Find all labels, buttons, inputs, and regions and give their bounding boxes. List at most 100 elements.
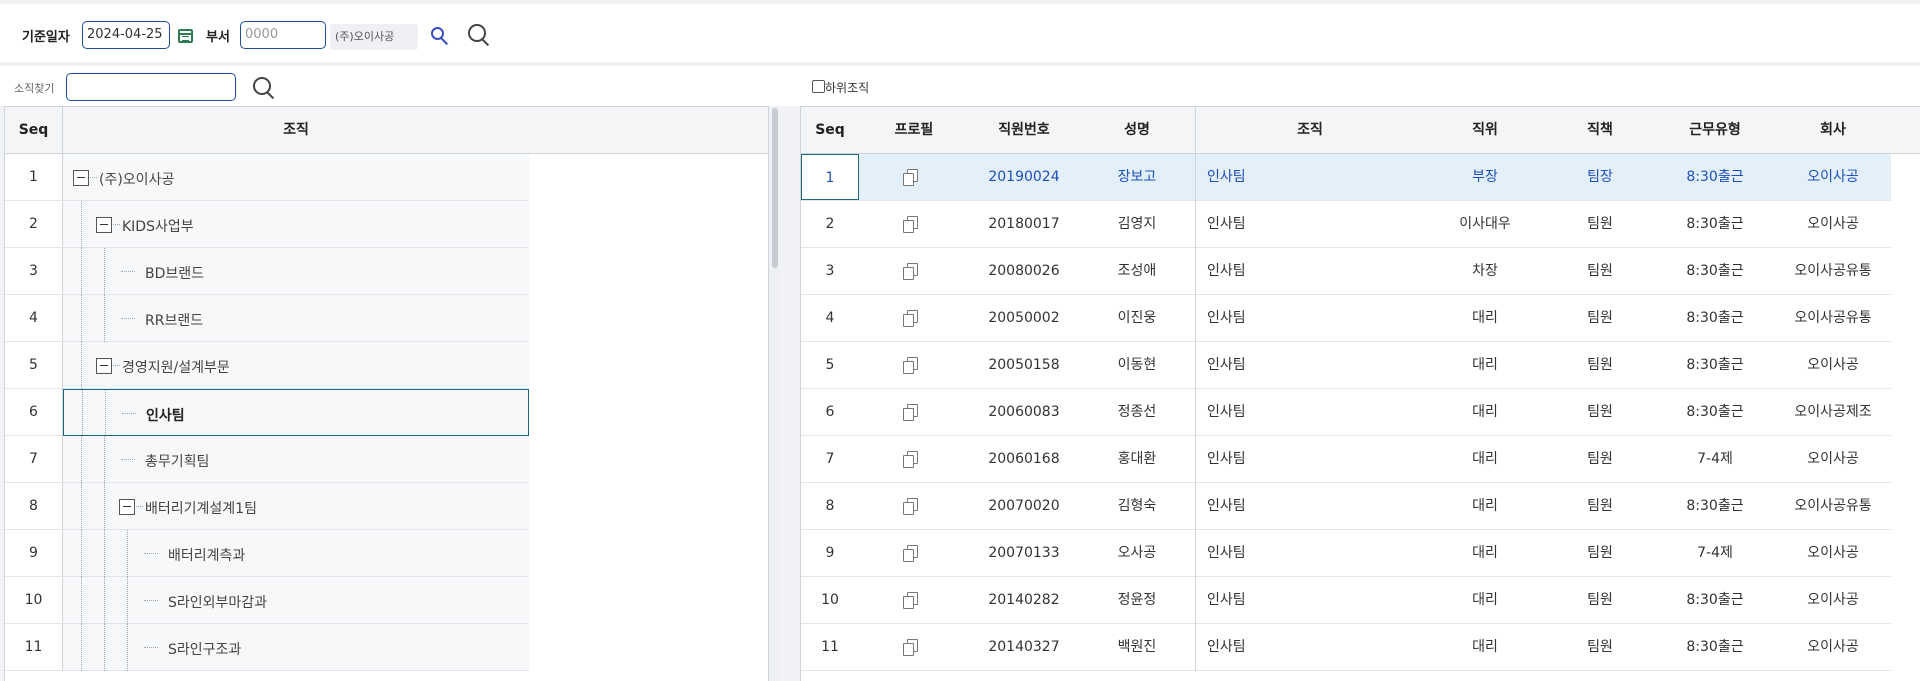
cell-duty: 팀원 — [1587, 639, 1613, 655]
employee-row[interactable]: 7 20060168 홍대환 인사팀 대리 팀원 7-4제 오이사공 — [801, 436, 1891, 483]
cell-name: 백원진 — [1117, 639, 1157, 655]
include-sub-label: 하위조직 — [825, 81, 870, 95]
dept-search-icon[interactable] — [431, 27, 444, 40]
org-tree-node[interactable]: 배터리기계설계1팀 — [63, 483, 529, 530]
org-tree-node[interactable]: RR브랜드 — [63, 295, 529, 342]
org-tree-node[interactable]: 경영지원/설계부문 — [63, 342, 529, 389]
cell-position: 대리 — [1472, 639, 1498, 655]
copy-icon[interactable] — [903, 169, 918, 186]
header-name[interactable]: 성명 — [1079, 107, 1195, 153]
copy-icon[interactable] — [903, 639, 918, 656]
employee-row[interactable]: 10 20140282 정윤정 인사팀 대리 팀원 8:30출근 오이사공 — [801, 577, 1891, 624]
tree-connector — [144, 600, 158, 601]
header-org[interactable]: 조직 — [63, 107, 529, 153]
header-duty[interactable]: 직책 — [1545, 107, 1655, 153]
employee-row[interactable]: 3 20080026 조성애 인사팀 차장 팀원 8:30출근 오이사공유통 — [801, 248, 1891, 295]
org-tree-row[interactable]: 3 BD브랜드 — [5, 248, 768, 295]
org-tree-row[interactable]: 2 KIDS사업부 — [5, 201, 768, 248]
minus-box-icon[interactable] — [96, 358, 112, 374]
employee-row[interactable]: 2 20180017 김영지 인사팀 이사대우 팀원 8:30출근 오이사공 — [801, 201, 1891, 248]
org-tree-node[interactable]: (주)오이사공 — [63, 154, 529, 201]
employee-row[interactable]: 9 20070133 오사공 인사팀 대리 팀원 7-4제 오이사공 — [801, 530, 1891, 577]
cell-duty: 팀원 — [1587, 216, 1613, 232]
org-tree-row[interactable]: 6 인사팀 — [5, 389, 768, 437]
header-org[interactable]: 조직 — [1195, 107, 1425, 153]
minus-box-icon[interactable] — [73, 170, 89, 186]
cell-company: 오이사공 — [1807, 639, 1859, 655]
copy-icon[interactable] — [903, 592, 918, 609]
org-tree-row[interactable]: 4 RR브랜드 — [5, 295, 768, 342]
org-tree-row[interactable]: 8 배터리기계설계1팀 — [5, 483, 768, 530]
header-company[interactable]: 회사 — [1775, 107, 1891, 153]
dept-code-input[interactable]: 0000 — [240, 21, 326, 49]
cell-position: 부장 — [1472, 169, 1498, 185]
tree-connector — [90, 177, 97, 178]
copy-icon[interactable] — [903, 451, 918, 468]
cell-org: 인사팀 — [1207, 639, 1246, 655]
employee-row[interactable]: 6 20060083 정종선 인사팀 대리 팀원 8:30출근 오이사공제조 — [801, 389, 1891, 436]
org-search-icon[interactable] — [253, 77, 271, 95]
org-tree-node[interactable]: BD브랜드 — [63, 248, 529, 295]
copy-icon[interactable] — [903, 216, 918, 233]
header-work-type[interactable]: 근무유형 — [1655, 107, 1775, 153]
org-tree-label: 경영지원/설계부문 — [122, 360, 230, 376]
include-sub-checkbox[interactable] — [812, 80, 825, 93]
org-tree-row[interactable]: 1 (주)오이사공 — [5, 154, 768, 201]
employee-row[interactable]: 5 20050158 이동현 인사팀 대리 팀원 8:30출근 오이사공 — [801, 342, 1891, 389]
header-seq[interactable]: Seq — [5, 107, 63, 153]
tree-guide-line — [81, 201, 82, 248]
cell-org: 인사팀 — [1207, 545, 1246, 561]
org-tree-row[interactable]: 11 S라인구조과 — [5, 624, 768, 671]
cell-company: 오이사공유통 — [1794, 310, 1872, 326]
org-tree-node[interactable]: 총무기획팀 — [63, 436, 529, 483]
org-tree-label: S라인외부마감과 — [168, 595, 268, 611]
employee-row[interactable]: 4 20050002 이진웅 인사팀 대리 팀원 8:30출근 오이사공유통 — [801, 295, 1891, 342]
cell-emp-no: 20180017 — [988, 216, 1060, 232]
org-search-input[interactable] — [66, 73, 236, 101]
tree-guide-line — [81, 577, 82, 624]
cell-name: 이진웅 — [1117, 310, 1157, 326]
search-icon[interactable] — [468, 24, 486, 42]
employee-row[interactable]: 11 20140327 백원진 인사팀 대리 팀원 8:30출근 오이사공 — [801, 624, 1891, 671]
org-tree-row[interactable]: 5 경영지원/설계부문 — [5, 342, 768, 389]
row-seq: 4 — [5, 295, 63, 342]
employee-row[interactable]: 8 20070020 김형숙 인사팀 대리 팀원 8:30출근 오이사공유통 — [801, 483, 1891, 530]
cell-name: 정윤정 — [1117, 592, 1157, 608]
org-tree-row[interactable]: 9 배터리계측과 — [5, 530, 768, 577]
org-tree-grid: Seq 조직 1 (주)오이사공 2 KIDS사업부 3 BD브랜드 4 RR브랜드 5 경영지원… — [4, 106, 768, 681]
cell-emp-no: 20140327 — [988, 639, 1060, 655]
cell-company: 오이사공 — [1807, 592, 1859, 608]
org-tree-node[interactable]: S라인외부마감과 — [63, 577, 529, 624]
org-tree-node[interactable]: S라인구조과 — [63, 624, 529, 671]
org-tree-row[interactable]: 10 S라인외부마감과 — [5, 577, 768, 624]
employee-row[interactable]: 1 20190024 장보고 인사팀 부장 팀장 8:30출근 오이사공 — [801, 154, 1891, 201]
org-tree-node[interactable]: 인사팀 — [63, 389, 529, 437]
tree-guide-line — [104, 530, 105, 577]
header-emp-no[interactable]: 직원번호 — [969, 107, 1079, 153]
row-seq: 9 — [5, 530, 63, 577]
copy-icon[interactable] — [903, 498, 918, 515]
tree-guide-line — [81, 483, 82, 530]
cell-emp-no: 20050158 — [988, 357, 1060, 373]
copy-icon[interactable] — [903, 545, 918, 562]
tree-guide-line — [127, 530, 128, 577]
tree-guide-line — [127, 624, 128, 671]
copy-icon[interactable] — [903, 263, 918, 280]
cell-org: 인사팀 — [1207, 404, 1246, 420]
date-input[interactable]: 2024-04-25 — [82, 21, 170, 49]
org-tree-node[interactable]: 배터리계측과 — [63, 530, 529, 577]
cell-seq: 10 — [801, 577, 859, 623]
copy-icon[interactable] — [903, 404, 918, 421]
scrollbar-thumb[interactable] — [772, 108, 778, 268]
org-tree-node[interactable]: KIDS사업부 — [63, 201, 529, 248]
calendar-icon[interactable] — [178, 29, 193, 43]
copy-icon[interactable] — [903, 310, 918, 327]
org-tree-row[interactable]: 7 총무기획팀 — [5, 436, 768, 483]
copy-icon[interactable] — [903, 357, 918, 374]
org-tree-scrollbar[interactable] — [768, 106, 780, 681]
minus-box-icon[interactable] — [96, 217, 112, 233]
header-position[interactable]: 직위 — [1425, 107, 1545, 153]
header-seq[interactable]: Seq — [801, 107, 859, 153]
header-profile[interactable]: 프로필 — [859, 107, 969, 153]
minus-box-icon[interactable] — [119, 499, 135, 515]
